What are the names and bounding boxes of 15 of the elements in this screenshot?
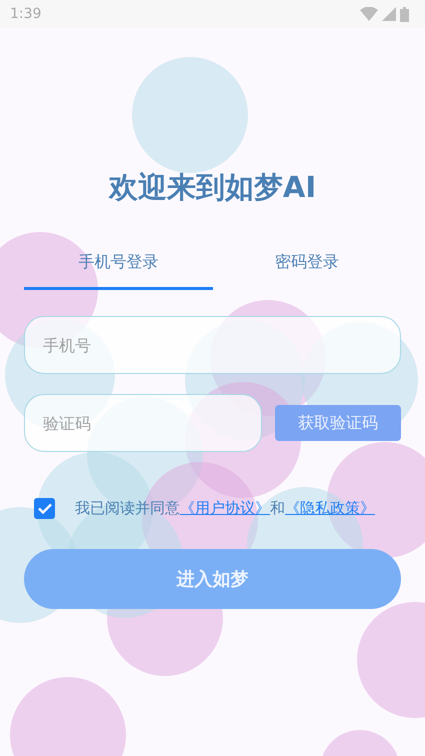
welcome-title: 欢迎来到如梦AI — [108, 169, 316, 206]
checkmark-icon — [38, 503, 52, 514]
phone-input-field[interactable]: 手机号 — [24, 316, 401, 374]
wifi-icon — [360, 7, 378, 21]
agree-checkbox[interactable] — [34, 498, 55, 519]
login-tab[interactable]: 手机号登录 — [24, 238, 212, 290]
status-time: 1:39 — [10, 6, 42, 22]
agreement-joiner: 和 — [270, 499, 285, 518]
privacy-policy-link[interactable]: 《隐私政策》 — [285, 499, 375, 518]
battery-icon — [400, 6, 409, 22]
user-agreement-link[interactable]: 《用户协议》 — [180, 499, 270, 518]
login-tab[interactable]: 密码登录 — [212, 238, 401, 290]
signal-icon — [382, 7, 396, 21]
code-input-field[interactable]: 验证码 — [24, 394, 262, 452]
agreement-text: 我已阅读并同意 — [75, 499, 180, 518]
